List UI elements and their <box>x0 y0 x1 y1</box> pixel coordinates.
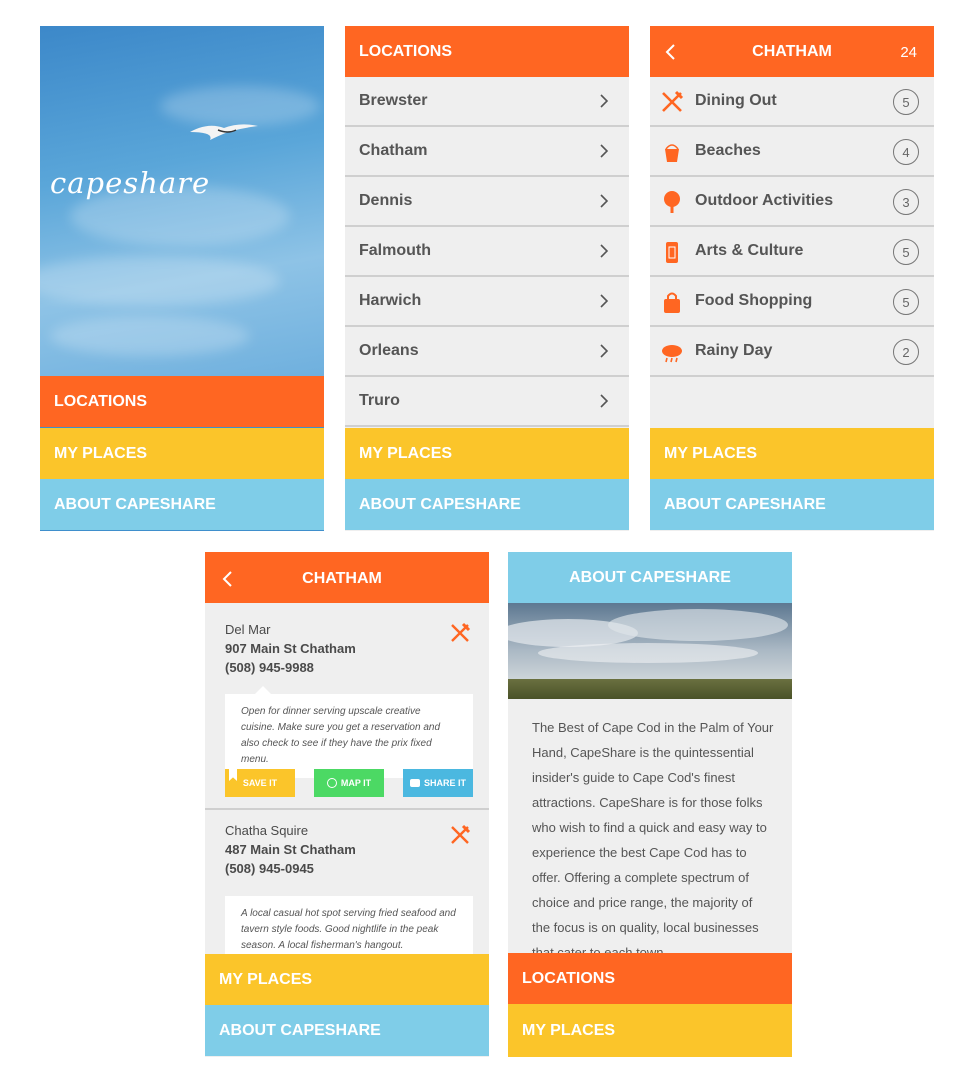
divider <box>205 808 489 810</box>
category-count-badge: 2 <box>893 339 919 365</box>
listing-address: 907 Main St Chatham <box>225 641 356 656</box>
bookmark-icon <box>229 769 237 781</box>
listing-details: Del Mar 907 Main St Chatham (508) 945-99… <box>225 620 356 677</box>
fork-knife-icon <box>451 824 471 844</box>
map-it-button[interactable]: MAP IT <box>314 769 384 797</box>
fork-knife-icon <box>451 622 471 642</box>
sky-background-image <box>40 26 324 376</box>
category-count-badge: 5 <box>893 239 919 265</box>
location-row[interactable]: Dennis <box>345 177 629 227</box>
fork-knife-icon <box>662 90 684 112</box>
category-label: Beaches <box>695 142 761 159</box>
share-it-button[interactable]: SHARE IT <box>403 769 473 797</box>
listing-phone[interactable]: (508) 945-9988 <box>225 658 356 677</box>
page-title: ABOUT CAPESHARE <box>508 552 792 603</box>
category-label: Food Shopping <box>695 292 813 309</box>
category-row[interactable]: Dining Out 5 <box>650 77 934 127</box>
listing-description: Open for dinner serving upscale creative… <box>225 686 473 778</box>
capeshare-logo: capeshare <box>50 166 211 200</box>
rain-cloud-icon <box>662 345 682 363</box>
about-screen: ABOUT CAPESHARE The Best of Cape Cod in … <box>508 552 792 1057</box>
save-it-button[interactable]: SAVE IT <box>225 769 295 797</box>
chevron-right-icon <box>600 344 609 358</box>
chevron-right-icon <box>600 244 609 258</box>
listing-phone[interactable]: (508) 945-0945 <box>225 859 356 878</box>
chevron-right-icon <box>600 94 609 108</box>
chevron-right-icon <box>600 394 609 408</box>
page-title: CHATHAM <box>752 43 832 60</box>
location-row[interactable]: Chatham <box>345 127 629 177</box>
category-count-badge: 5 <box>893 289 919 315</box>
category-label: Arts & Culture <box>695 242 804 259</box>
shopping-bag-icon <box>664 292 680 313</box>
listing-description: A local casual hot spot serving fried se… <box>225 896 473 954</box>
chatham-categories-screen: CHATHAM 24 Dining Out 5 Beaches 4 Outdoor Ac… <box>650 26 934 531</box>
nav-about-button[interactable]: ABOUT CAPESHARE <box>205 1005 489 1056</box>
nav-about-button[interactable]: ABOUT CAPESHARE <box>40 479 324 530</box>
category-label: Outdoor Activities <box>695 192 834 209</box>
listing-address: 487 Main St Chatham <box>225 842 356 857</box>
location-label: Harwich <box>359 292 422 309</box>
category-row[interactable]: Rainy Day 2 <box>650 327 934 377</box>
category-row[interactable]: Food Shopping 5 <box>650 277 934 327</box>
nav-about-button[interactable]: ABOUT CAPESHARE <box>345 479 629 530</box>
nav-about-button[interactable]: ABOUT CAPESHARE <box>650 479 934 530</box>
category-label: Rainy Day <box>695 342 773 359</box>
location-label: Dennis <box>359 192 413 209</box>
location-label: Brewster <box>359 92 428 109</box>
location-label: Falmouth <box>359 242 431 259</box>
page-title: CHATHAM <box>302 570 382 587</box>
category-row[interactable]: Arts & Culture 5 <box>650 227 934 277</box>
category-count-badge: 5 <box>893 89 919 115</box>
nav-locations-button[interactable]: LOCATIONS <box>40 376 324 427</box>
location-label: Orleans <box>359 342 419 359</box>
chevron-right-icon <box>600 144 609 158</box>
speech-bubble-icon <box>409 779 420 787</box>
nav-locations-button[interactable]: LOCATIONS <box>508 953 792 1004</box>
location-row[interactable]: Harwich <box>345 277 629 327</box>
total-count: 24 <box>900 44 917 61</box>
location-row[interactable]: Brewster <box>345 77 629 127</box>
chevron-right-icon <box>600 294 609 308</box>
nav-my-places-button[interactable]: MY PLACES <box>345 428 629 479</box>
header-bar: CHATHAM 24 <box>650 26 934 77</box>
locations-screen: LOCATIONS Brewster Chatham Dennis Falmouth H… <box>345 26 629 531</box>
dining-listings-screen: CHATHAM Del Mar 907 Main St Chatham (508… <box>205 552 489 1057</box>
header-bar: CHATHAM <box>205 552 489 603</box>
category-label: Dining Out <box>695 92 777 109</box>
listing-details: Chatha Squire 487 Main St Chatham (508) … <box>225 821 356 878</box>
splash-screen: capeshare LOCATIONS MY PLACES ABOUT CAPE… <box>40 26 324 531</box>
tree-icon <box>664 191 680 213</box>
listing-name: Del Mar <box>225 622 271 637</box>
about-body-text: The Best of Cape Cod in the Palm of Your… <box>532 720 774 955</box>
location-row[interactable]: Truro <box>345 377 629 427</box>
location-row[interactable]: Falmouth <box>345 227 629 277</box>
bucket-icon <box>665 144 679 162</box>
location-label: Truro <box>359 392 400 409</box>
category-count-badge: 3 <box>893 189 919 215</box>
category-row[interactable]: Beaches 4 <box>650 127 934 177</box>
seagull-icon <box>190 124 258 140</box>
listing-name: Chatha Squire <box>225 823 309 838</box>
category-row[interactable]: Outdoor Activities 3 <box>650 177 934 227</box>
nav-my-places-button[interactable]: MY PLACES <box>205 954 489 1005</box>
location-label: Chatham <box>359 142 428 159</box>
category-count-badge: 4 <box>893 139 919 165</box>
chevron-right-icon <box>600 194 609 208</box>
nav-my-places-button[interactable]: MY PLACES <box>650 428 934 479</box>
nav-my-places-button[interactable]: MY PLACES <box>40 428 324 479</box>
nav-my-places-button[interactable]: MY PLACES <box>508 1004 792 1057</box>
location-row[interactable]: Orleans <box>345 327 629 377</box>
landscape-photo <box>508 603 792 699</box>
page-title: LOCATIONS <box>345 26 629 77</box>
ticket-icon <box>666 242 678 263</box>
map-pin-icon <box>326 778 337 788</box>
